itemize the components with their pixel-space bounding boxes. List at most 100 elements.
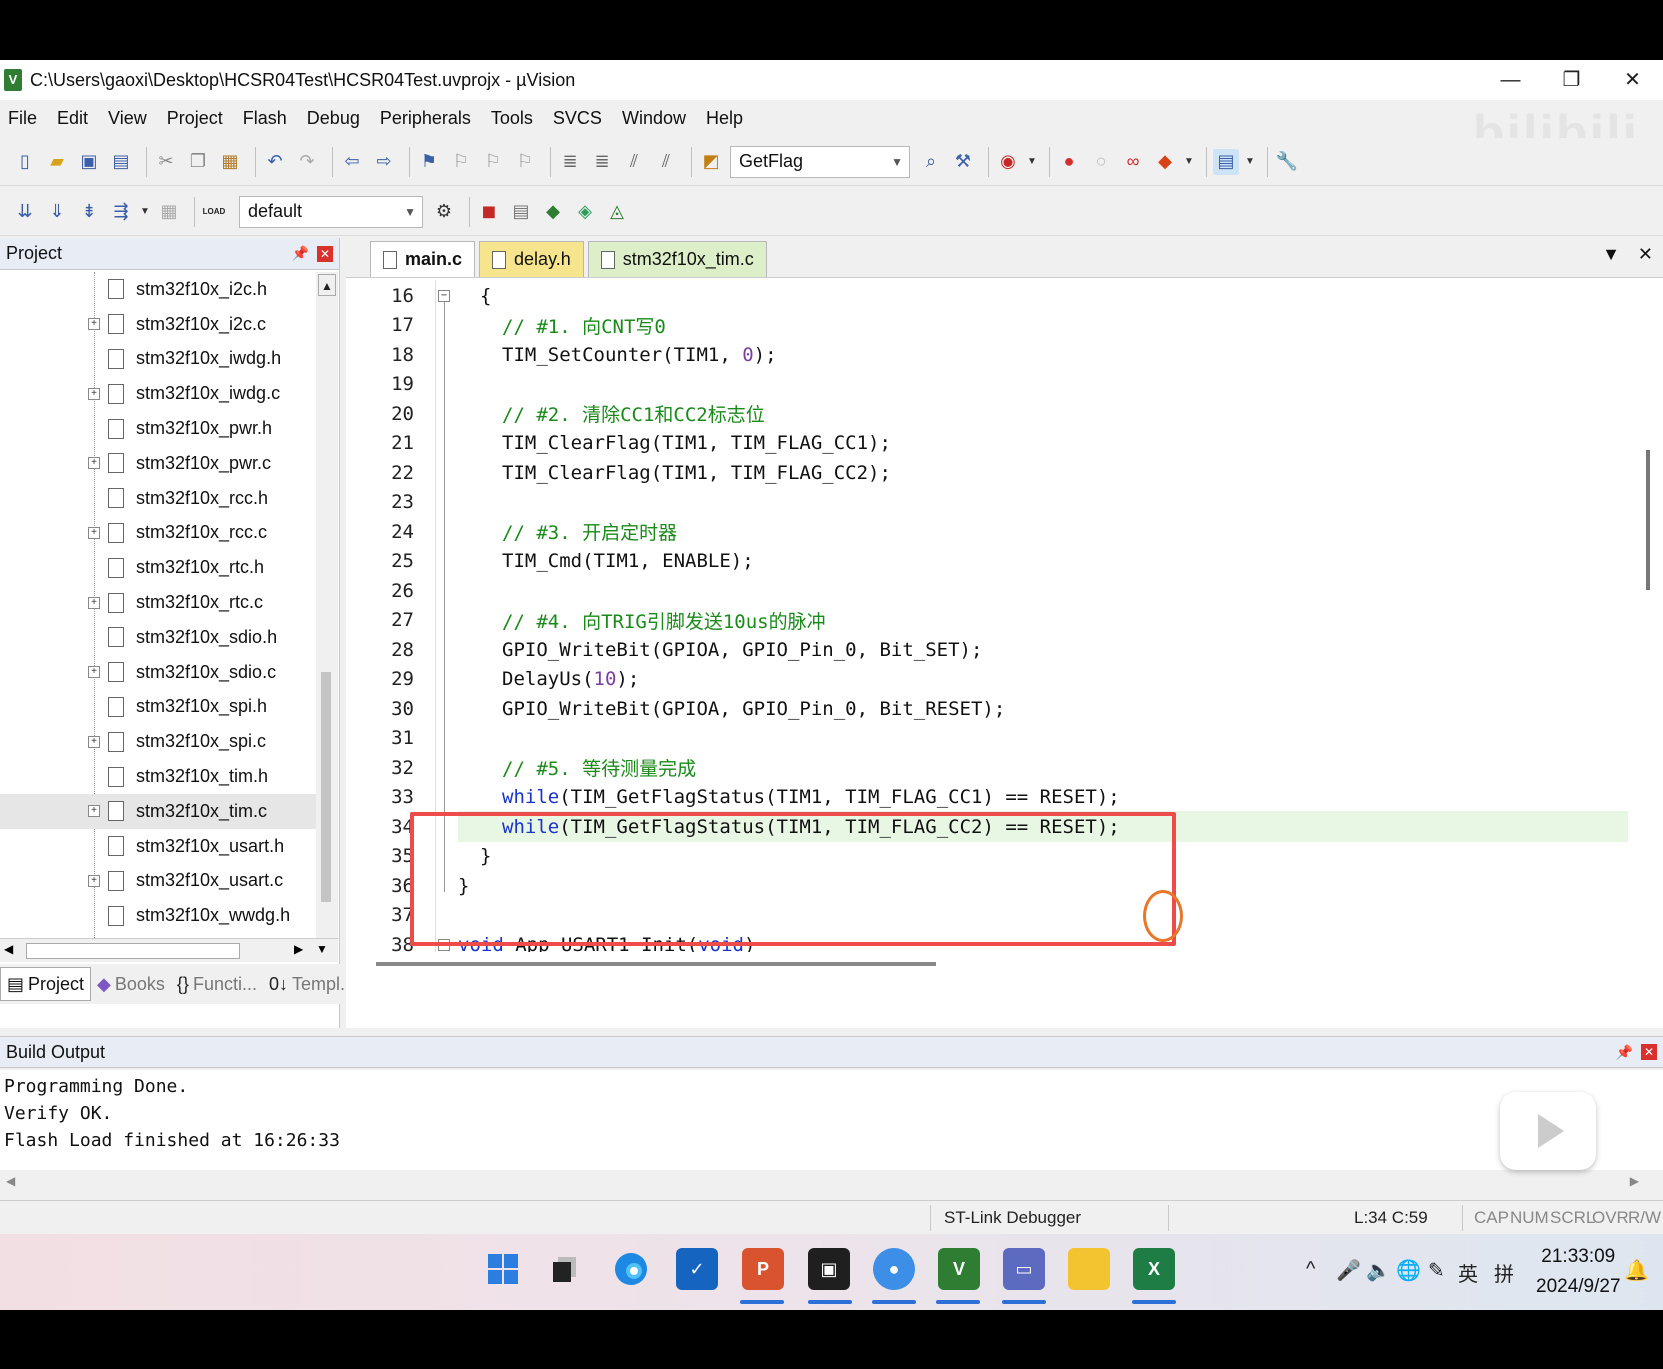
code-line[interactable]: 23 bbox=[346, 487, 1663, 518]
tree-item[interactable]: + stm32f10x_pwr.c bbox=[0, 446, 316, 481]
tree-item[interactable]: stm32f10x_pwr.h bbox=[0, 411, 316, 446]
powerpoint-icon[interactable]: P bbox=[742, 1248, 784, 1290]
cut-icon[interactable]: ✂ bbox=[153, 149, 179, 175]
insert-breakpoint-icon[interactable]: ● bbox=[1056, 149, 1082, 175]
menu-svcs[interactable]: SVCS bbox=[553, 108, 602, 129]
code-line[interactable]: 30 GPIO_WriteBit(GPIOA, GPIO_Pin_0, Bit_R… bbox=[346, 693, 1663, 724]
bookmark-icon[interactable]: ⚑ bbox=[416, 149, 442, 175]
code-line[interactable]: 22 TIM_ClearFlag(TIM1, TIM_FLAG_CC2); bbox=[346, 457, 1663, 488]
tree-item[interactable]: + stm32f10x_iwdg.c bbox=[0, 376, 316, 411]
project-tree-scrollbar[interactable]: ▲ bbox=[316, 272, 338, 938]
tree-item[interactable]: stm32f10x_tim.h bbox=[0, 759, 316, 794]
tab-stm32f10x-tim-c[interactable]: stm32f10x_tim.c bbox=[587, 241, 767, 277]
project-tree-hscrollbar[interactable]: ◀ ▶ ▼ bbox=[0, 938, 338, 962]
tree-item[interactable]: + stm32f10x_i2c.c bbox=[0, 307, 316, 342]
code-line[interactable]: 33 while(TIM_GetFlagStatus(TIM1, TIM_FLAG… bbox=[346, 782, 1663, 813]
pin-icon[interactable]: 📌 bbox=[1616, 1044, 1633, 1061]
tree-item[interactable]: stm32f10x_iwdg.h bbox=[0, 342, 316, 377]
stop-build-icon[interactable]: ▦ bbox=[156, 199, 182, 225]
download-load-icon[interactable]: LOAD bbox=[201, 199, 227, 225]
code-line[interactable]: 25 TIM_Cmd(TIM1, ENABLE); bbox=[346, 546, 1663, 577]
indent-icon[interactable]: ≣ bbox=[557, 149, 583, 175]
debug-session-icon[interactable]: ◉ bbox=[995, 149, 1021, 175]
notification-bell-icon[interactable]: 🔔 bbox=[1624, 1258, 1649, 1283]
tab-main-c[interactable]: main.c bbox=[370, 241, 476, 277]
tab-functions[interactable]: {} Functi... bbox=[171, 967, 263, 1001]
microphone-icon[interactable]: 🎤 bbox=[1336, 1258, 1361, 1283]
tree-item[interactable]: + stm32f10x_tim.c bbox=[0, 793, 316, 829]
prev-bookmark-icon[interactable]: ⚐ bbox=[448, 149, 474, 175]
code-line[interactable]: 21 TIM_ClearFlag(TIM1, TIM_FLAG_CC1); bbox=[346, 428, 1663, 459]
close-icon[interactable]: ✕ bbox=[1641, 1044, 1657, 1060]
minimize-button[interactable]: — bbox=[1480, 60, 1541, 100]
task-view-icon[interactable] bbox=[544, 1248, 586, 1290]
file-explorer-icon[interactable] bbox=[1068, 1248, 1110, 1290]
configure-wrench-icon[interactable]: 🔧 bbox=[1274, 149, 1300, 175]
expand-icon[interactable]: + bbox=[88, 666, 100, 679]
code-line[interactable]: 16 − { bbox=[346, 280, 1663, 311]
tree-item[interactable]: stm32f10x_usart.h bbox=[0, 829, 316, 864]
code-line[interactable]: 24 // #3. 开启定时器 bbox=[346, 516, 1663, 547]
scroll-up-icon[interactable]: ▲ bbox=[318, 274, 336, 296]
find-icon[interactable]: ⌕ bbox=[918, 149, 944, 175]
find-in-files-icon[interactable]: ◩ bbox=[698, 149, 724, 175]
hscroll-thumb[interactable] bbox=[26, 943, 240, 959]
incremental-find-icon[interactable]: ⚒ bbox=[950, 149, 976, 175]
network-globe-icon[interactable]: 🌐 bbox=[1396, 1258, 1421, 1283]
batch-build-icon[interactable]: ⇶ bbox=[108, 199, 134, 225]
expand-icon[interactable]: + bbox=[88, 805, 100, 818]
tray-overflow-chevron[interactable]: ^ bbox=[1306, 1258, 1315, 1281]
tree-item[interactable]: + stm32f10x_spi.c bbox=[0, 724, 316, 759]
menu-peripherals[interactable]: Peripherals bbox=[380, 108, 471, 129]
close-icon[interactable]: ✕ bbox=[317, 245, 333, 262]
expand-icon[interactable]: + bbox=[88, 318, 100, 331]
tree-item[interactable]: stm32f10x_wwdg.h bbox=[0, 898, 316, 933]
chevron-down-icon[interactable]: ▼ bbox=[140, 199, 150, 225]
unindent-icon[interactable]: ≣ bbox=[589, 149, 615, 175]
menu-flash[interactable]: Flash bbox=[243, 108, 287, 129]
pen-icon[interactable]: ✎ bbox=[1428, 1258, 1445, 1283]
navigate-forward-icon[interactable]: ⇨ bbox=[371, 149, 397, 175]
manage-components-icon[interactable]: ▤ bbox=[508, 199, 534, 225]
expand-icon[interactable]: + bbox=[88, 874, 100, 887]
undo-icon[interactable]: ↶ bbox=[262, 149, 288, 175]
code-line[interactable]: 26 bbox=[346, 575, 1663, 606]
clear-bookmarks-icon[interactable]: ⚐ bbox=[512, 149, 538, 175]
tree-item[interactable]: stm32f10x_rtc.h bbox=[0, 550, 316, 585]
uncomment-icon[interactable]: ⫽ bbox=[653, 149, 679, 175]
build-output-text[interactable]: Programming Done. Verify OK. Flash Load … bbox=[0, 1070, 1663, 1170]
editor-hscroll-thumb[interactable] bbox=[376, 962, 936, 966]
code-line[interactable]: 19 bbox=[346, 369, 1663, 400]
build-output-hscrollbar[interactable]: ◀ ▶ bbox=[0, 1170, 1663, 1196]
whiteboard-icon[interactable]: ✓ bbox=[676, 1248, 718, 1290]
code-line[interactable]: 32 // #5. 等待测量完成 bbox=[346, 752, 1663, 783]
ime-language-indicator[interactable]: 英 bbox=[1458, 1258, 1478, 1287]
scroll-left-icon[interactable]: ◀ bbox=[6, 1174, 15, 1188]
next-bookmark-icon[interactable]: ⚐ bbox=[480, 149, 506, 175]
chevron-down-icon[interactable]: ▼ bbox=[1245, 149, 1255, 175]
save-icon[interactable]: ▣ bbox=[76, 149, 102, 175]
close-tab-icon[interactable]: ✕ bbox=[1638, 244, 1653, 265]
start-icon[interactable] bbox=[482, 1248, 524, 1290]
tree-item[interactable]: stm32f10x_sdio.h bbox=[0, 620, 316, 655]
paste-icon[interactable]: ▦ bbox=[217, 149, 243, 175]
tree-item[interactable]: + stm32f10x_rcc.c bbox=[0, 516, 316, 551]
pin-icon[interactable]: 📌 bbox=[292, 245, 309, 262]
code-line[interactable]: 31 bbox=[346, 723, 1663, 754]
scroll-thumb[interactable] bbox=[321, 672, 331, 902]
scroll-right-icon[interactable]: ▶ bbox=[294, 942, 303, 956]
expand-icon[interactable]: + bbox=[88, 457, 100, 470]
chevron-down-icon[interactable]: ▼ bbox=[1027, 149, 1037, 175]
new-file-icon[interactable]: ▯ bbox=[12, 149, 38, 175]
code-line[interactable]: 17 // #1. 向CNT写0 bbox=[346, 310, 1663, 341]
menu-window[interactable]: Window bbox=[622, 108, 686, 129]
menu-tools[interactable]: Tools bbox=[491, 108, 533, 129]
redo-icon[interactable]: ↷ bbox=[294, 149, 320, 175]
meeting-app-icon[interactable]: ● bbox=[873, 1248, 915, 1290]
menu-file[interactable]: File bbox=[8, 108, 37, 129]
close-button[interactable]: ✕ bbox=[1602, 60, 1663, 100]
pack-installer-icon[interactable]: ◈ bbox=[572, 199, 598, 225]
expand-icon[interactable]: + bbox=[88, 526, 100, 539]
keil-uvision-icon[interactable]: V bbox=[938, 1248, 980, 1290]
code-line[interactable]: 29 DelayUs(10); bbox=[346, 664, 1663, 695]
